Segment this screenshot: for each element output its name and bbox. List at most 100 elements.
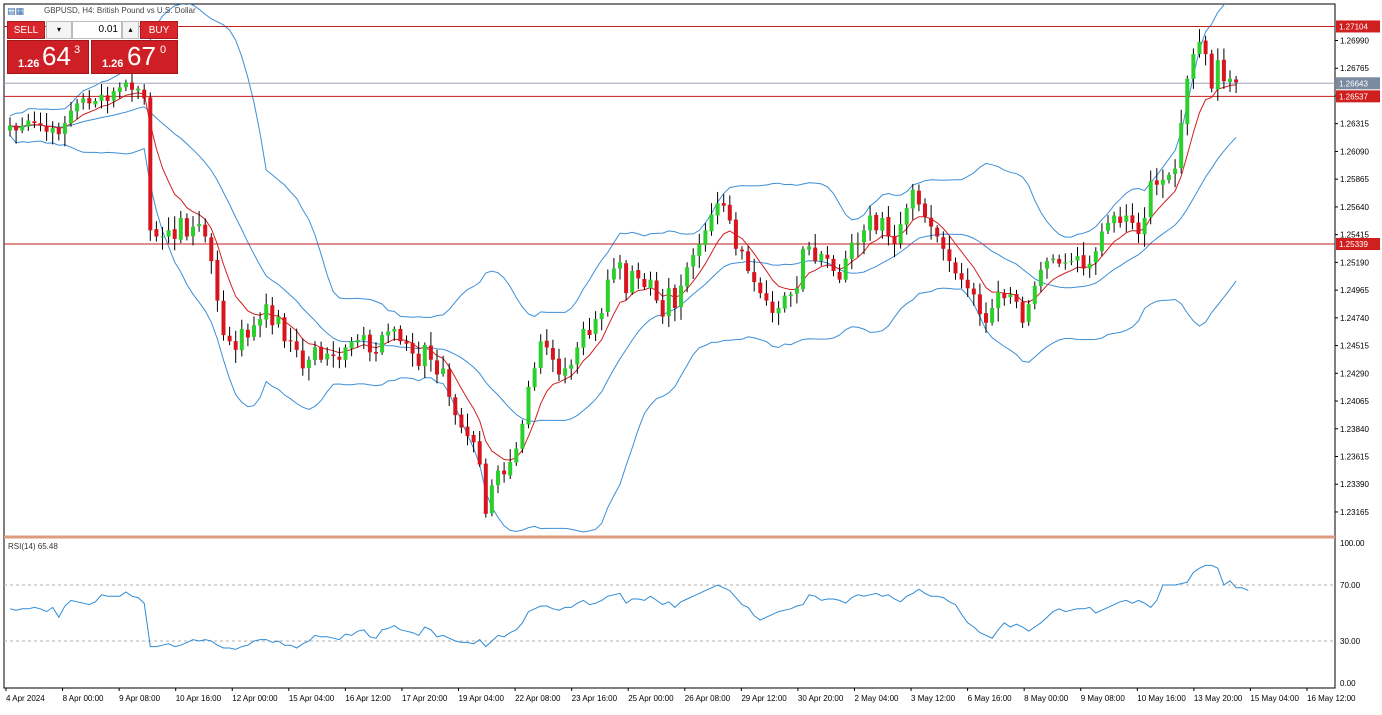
bear-candle: [837, 271, 842, 280]
bull-candle: [526, 386, 531, 425]
bull-candle: [990, 307, 995, 323]
bull-candle: [849, 242, 854, 259]
chart-window-icon: ▤▦: [7, 6, 25, 16]
bear-candle: [142, 89, 147, 99]
bull-candle: [1008, 294, 1013, 298]
rsi-label: RSI(14) 65.48: [8, 542, 58, 551]
bull-candle: [136, 88, 141, 91]
bull-candle: [123, 82, 128, 88]
rsi-tick-label: 70.00: [1340, 581, 1361, 590]
price-chart[interactable]: 1.269901.267651.265401.263151.260901.258…: [0, 0, 1382, 710]
time-tick-label: 12 Apr 00:00: [232, 694, 278, 703]
time-tick-label: 13 May 20:00: [1194, 694, 1243, 703]
bull-candle: [69, 110, 73, 124]
bear-candle: [959, 273, 964, 280]
price-tick-label: 1.23615: [1340, 453, 1369, 462]
bear-candle: [282, 317, 287, 342]
bull-candle: [782, 295, 787, 309]
bollinger-upper-band: [9, 4, 1226, 318]
bull-candle: [569, 364, 574, 369]
bear-candle: [203, 224, 208, 237]
bear-candle: [477, 441, 482, 465]
bull-candle: [160, 236, 165, 238]
bear-candle: [550, 347, 555, 360]
bull-candle: [532, 368, 537, 388]
bull-candle: [1099, 231, 1104, 251]
price-tick-label: 1.24065: [1340, 397, 1369, 406]
rsi-tick-label: 0.00: [1340, 679, 1356, 688]
bear-candle: [1136, 222, 1141, 235]
time-tick-label: 10 Apr 16:00: [176, 694, 222, 703]
bull-candle: [313, 347, 317, 360]
bull-candle: [191, 226, 195, 237]
bear-candle: [221, 300, 226, 336]
bull-candle: [996, 291, 1001, 309]
ask-price-prefix: 1.26: [102, 58, 124, 70]
one-click-trading-panel: SELL ▾ 0.01 ▴ BUY 1.26 64 3 1.26 67 0: [7, 21, 178, 74]
time-tick-label: 4 Apr 2024: [6, 694, 45, 703]
price-tick-label: 1.23840: [1340, 425, 1369, 434]
bid-price-button[interactable]: 1.26 64 3: [7, 40, 89, 74]
bear-candle: [733, 219, 738, 249]
chart-window[interactable]: 1.269901.267651.265401.263151.260901.258…: [0, 0, 1382, 710]
bear-candle: [56, 127, 61, 135]
bull-candle: [1191, 54, 1196, 80]
lot-dropdown-arrow-icon[interactable]: ▾: [46, 21, 72, 39]
price-tick-label: 1.25640: [1340, 203, 1369, 212]
bull-candle: [239, 328, 244, 351]
bull-candle: [611, 268, 616, 280]
bid-price-point: 3: [74, 44, 81, 56]
bull-candle: [361, 335, 366, 341]
bull-candle: [355, 340, 360, 343]
bear-candle: [642, 278, 647, 288]
bull-candle: [1093, 251, 1098, 263]
bear-candle: [544, 340, 549, 348]
buy-button[interactable]: BUY: [140, 21, 178, 39]
bear-candle: [929, 217, 934, 227]
bull-candle: [599, 312, 604, 320]
sell-button[interactable]: SELL: [7, 21, 45, 39]
bull-candle: [26, 120, 31, 127]
bear-candle: [1002, 292, 1007, 299]
bear-candle: [410, 342, 415, 354]
bull-candle: [618, 262, 622, 269]
price-tag-label: 1.27104: [1339, 22, 1368, 31]
bull-candle: [685, 267, 690, 287]
bear-candle: [654, 280, 659, 301]
bear-candle: [892, 235, 897, 244]
bull-candle: [1160, 179, 1165, 185]
time-tick-label: 9 Apr 08:00: [119, 694, 160, 703]
bear-candle: [740, 249, 744, 252]
bull-candle: [538, 341, 543, 368]
bull-candle: [343, 347, 348, 360]
bear-candle: [886, 216, 891, 237]
bear-candle: [184, 218, 189, 237]
bear-candle: [288, 340, 293, 342]
bull-candle: [111, 91, 116, 101]
lot-stepper-up-icon[interactable]: ▴: [122, 21, 139, 39]
time-tick-label: 15 May 04:00: [1250, 694, 1299, 703]
bull-candle: [855, 242, 860, 244]
bear-candle: [459, 414, 464, 428]
ask-price-button[interactable]: 1.26 67 0: [91, 40, 178, 74]
bear-candle: [105, 95, 110, 101]
chart-title: GBPUSD, H4: British Pound vs U.S. Dollar: [44, 6, 196, 15]
bull-candle: [862, 230, 866, 243]
bull-candle: [697, 243, 702, 256]
lot-size-input[interactable]: 0.01: [72, 21, 122, 39]
bear-candle: [483, 463, 488, 514]
bear-candle: [1221, 59, 1226, 82]
time-tick-label: 25 Apr 00:00: [628, 694, 674, 703]
bull-candle: [93, 100, 98, 105]
time-tick-label: 19 Apr 04:00: [459, 694, 505, 703]
bull-candle: [1106, 222, 1110, 231]
bull-candle: [776, 307, 781, 314]
bull-candle: [691, 254, 696, 267]
time-tick-label: 22 Apr 08:00: [515, 694, 561, 703]
price-tick-label: 1.24965: [1340, 286, 1369, 295]
bull-candle: [807, 246, 812, 250]
bear-candle: [233, 341, 238, 350]
bull-candle: [1197, 41, 1202, 55]
bull-candle: [422, 344, 427, 367]
bear-candle: [172, 229, 177, 239]
